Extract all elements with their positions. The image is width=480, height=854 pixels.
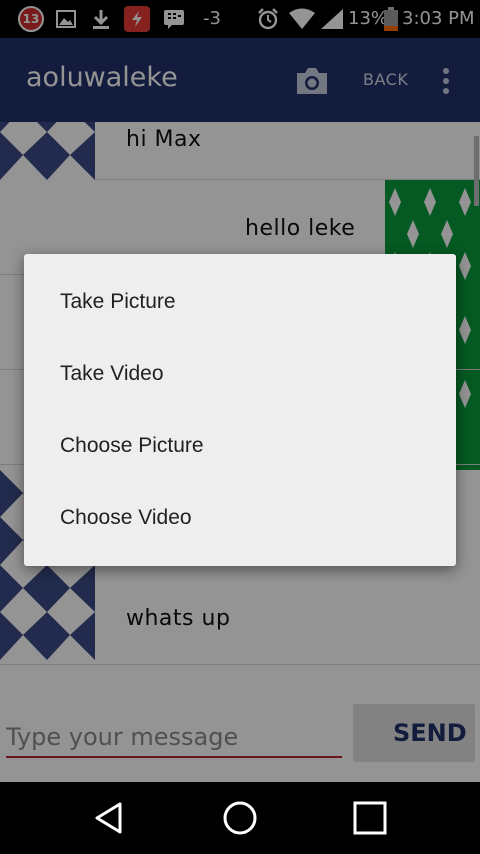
home-nav-icon[interactable]	[220, 798, 260, 838]
choose-video-option[interactable]: Choose Video	[24, 482, 456, 554]
back-nav-icon[interactable]	[90, 798, 130, 838]
attachment-options-dialog: Take Picture Take Video Choose Picture C…	[24, 254, 456, 566]
take-video-option[interactable]: Take Video	[24, 338, 456, 410]
take-picture-option[interactable]: Take Picture	[24, 266, 456, 338]
choose-picture-option[interactable]: Choose Picture	[24, 410, 456, 482]
navigation-bar	[0, 782, 480, 854]
recents-nav-icon[interactable]	[350, 798, 390, 838]
